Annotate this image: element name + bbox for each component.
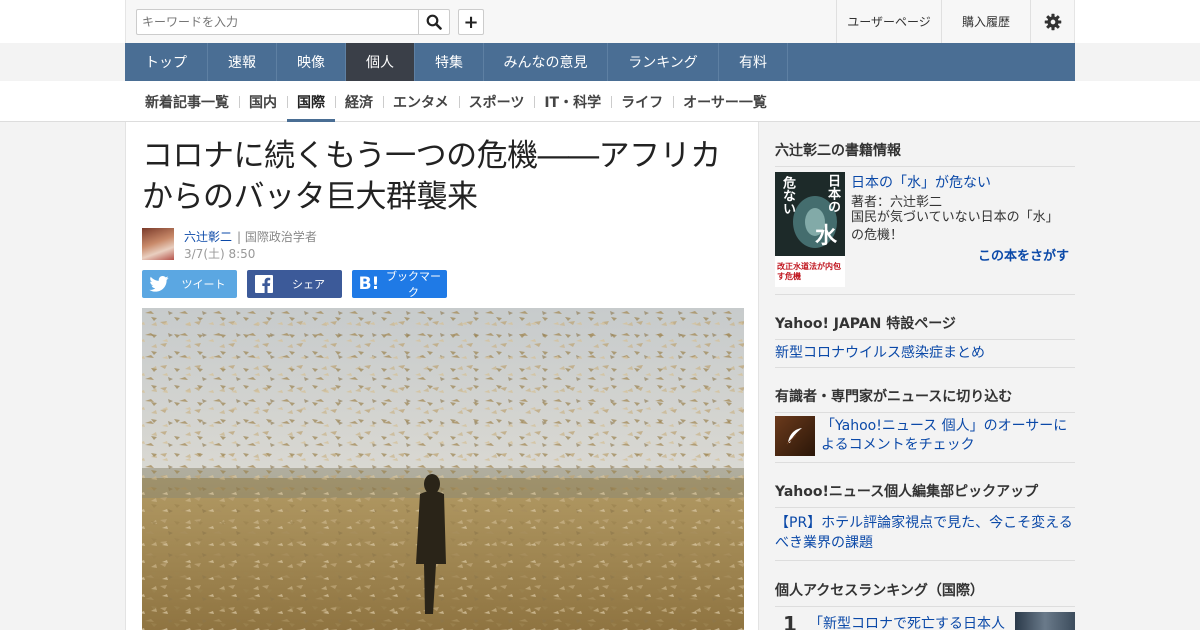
- book-title-link[interactable]: 日本の「水」が危ない: [851, 172, 991, 192]
- gear-icon: [1044, 13, 1062, 30]
- twitter-icon: [142, 276, 176, 292]
- pickup-pr-link[interactable]: 【PR】ホテル評論家視点で見た、今こそ変えるべき業界の課題: [775, 513, 1075, 553]
- nav-item-2[interactable]: 映像: [277, 43, 346, 81]
- facebook-share-button[interactable]: シェア: [247, 270, 342, 298]
- subnav-item-3[interactable]: 経済: [335, 81, 383, 122]
- author-avatar[interactable]: [142, 228, 174, 260]
- divider: [775, 462, 1075, 463]
- purchase-history-link[interactable]: 購入履歴: [941, 0, 1030, 43]
- top-bar: + ユーザーページ 購入履歴: [0, 0, 1200, 43]
- user-page-link[interactable]: ユーザーページ: [836, 0, 941, 43]
- book-cover[interactable]: 日本の 危ない 水 改正水道法が内包す危機: [775, 172, 845, 287]
- book-cover-title-main: 水: [815, 224, 838, 249]
- search-input[interactable]: [137, 10, 417, 34]
- article-photo-locust-swarm[interactable]: [142, 308, 744, 630]
- sub-nav: 新着記事一覧 国内 国際 経済 エンタメ スポーツ IT・科学 ライフ オーサー一覧: [0, 81, 1200, 122]
- tweet-label: ツイート: [181, 278, 226, 291]
- pickup-section-title: Yahoo!ニュース個人編集部ピックアップ: [775, 481, 1075, 508]
- subnav-item-8[interactable]: オーサー一覧: [673, 81, 777, 122]
- book-cover-subtitle: 改正水道法が内包す危機: [777, 262, 841, 281]
- ranking-number-1: 1: [783, 612, 797, 630]
- facebook-icon: [247, 275, 281, 293]
- book-cover-title-top: 日本の: [825, 174, 840, 213]
- article-column: コロナに続くもう一つの危機――アフリカ からのバッタ巨大群襲来 六辻彰二 | 国…: [125, 122, 759, 630]
- article-title-line-1: コロナに続くもう一つの危機――アフリカ: [142, 138, 721, 174]
- feather-icon[interactable]: [775, 416, 815, 456]
- nav-item-4[interactable]: 特集: [415, 43, 484, 81]
- author-role: | 国際政治学者: [237, 230, 317, 244]
- article-title: コロナに続くもう一つの危機――アフリカ からのバッタ巨大群襲来: [142, 136, 742, 218]
- special-page-title: Yahoo! JAPAN 特設ページ: [775, 313, 1075, 340]
- article-title-line-2: からのバッタ巨大群襲来: [142, 179, 478, 215]
- ranking-item-1-link[interactable]: 「新型コロナで死亡する日本人: [809, 613, 1005, 630]
- nav-item-3[interactable]: 個人: [346, 43, 415, 81]
- article-date: 3/7(土) 8:50: [184, 247, 256, 261]
- book-description: 国民が気づいていない日本の「水」の危機！: [851, 210, 1059, 243]
- book-cover-title-side: 危ない: [780, 176, 795, 215]
- search-box: [136, 9, 450, 35]
- subnav-item-5[interactable]: スポーツ: [458, 81, 535, 122]
- settings-button[interactable]: [1030, 0, 1075, 43]
- search-icon: [426, 14, 442, 30]
- locust-swarm-image: [142, 308, 744, 630]
- book-section-title: 六辻彰二の書籍情報: [775, 140, 1075, 167]
- divider: [775, 367, 1075, 368]
- nav-item-5[interactable]: みんなの意見: [484, 43, 608, 81]
- divider: [775, 560, 1075, 561]
- search-button[interactable]: [418, 10, 449, 34]
- nav-item-1[interactable]: 速報: [208, 43, 277, 81]
- book-author: 著者：六辻彰二: [851, 195, 943, 210]
- tweet-button[interactable]: ツイート: [142, 270, 237, 298]
- nav-item-0[interactable]: トップ: [125, 43, 208, 81]
- subnav-item-6[interactable]: IT・科学: [534, 81, 611, 122]
- facebook-share-label: シェア: [292, 278, 325, 291]
- hatena-bookmark-icon: B!: [358, 274, 380, 294]
- divider: [775, 294, 1075, 295]
- nav-item-6[interactable]: ランキング: [608, 43, 719, 81]
- subnav-item-2[interactable]: 国際: [287, 81, 335, 122]
- top-bar-inner: + ユーザーページ 購入履歴: [125, 0, 1075, 43]
- subnav-item-0[interactable]: 新着記事一覧: [135, 81, 239, 122]
- main-nav: トップ 速報 映像 個人 特集 みんなの意見 ランキング 有料: [125, 43, 1075, 81]
- ranking-item-1-thumbnail[interactable]: [1015, 612, 1075, 630]
- hatena-bookmark-label: ブックマーク: [386, 270, 441, 299]
- nav-item-7[interactable]: 有料: [719, 43, 788, 81]
- subnav-item-1[interactable]: 国内: [239, 81, 287, 122]
- hatena-bookmark-button[interactable]: B! ブックマーク: [352, 270, 447, 299]
- subnav-item-7[interactable]: ライフ: [611, 81, 673, 122]
- sub-nav-items: 新着記事一覧 国内 国際 経済 エンタメ スポーツ IT・科学 ライフ オーサー一覧: [135, 81, 777, 122]
- experts-section-title: 有識者・専門家がニュースに切り込む: [775, 386, 1075, 413]
- author-name-link[interactable]: 六辻彰二: [184, 228, 232, 245]
- covid-special-link[interactable]: 新型コロナウイルス感染症まとめ: [775, 342, 985, 362]
- find-book-link[interactable]: この本をさがす: [978, 245, 1069, 264]
- subnav-item-4[interactable]: エンタメ: [383, 81, 459, 122]
- ranking-section-title: 個人アクセスランキング（国際）: [775, 580, 1075, 607]
- experts-comment-link[interactable]: 「Yahoo!ニュース 個人」のオーサーによるコメントをチェック: [821, 417, 1071, 455]
- sidebar: 六辻彰二の書籍情報 日本の 危ない 水 改正水道法が内包す危機 日本の「水」が危…: [775, 122, 1075, 630]
- add-button[interactable]: +: [458, 9, 484, 35]
